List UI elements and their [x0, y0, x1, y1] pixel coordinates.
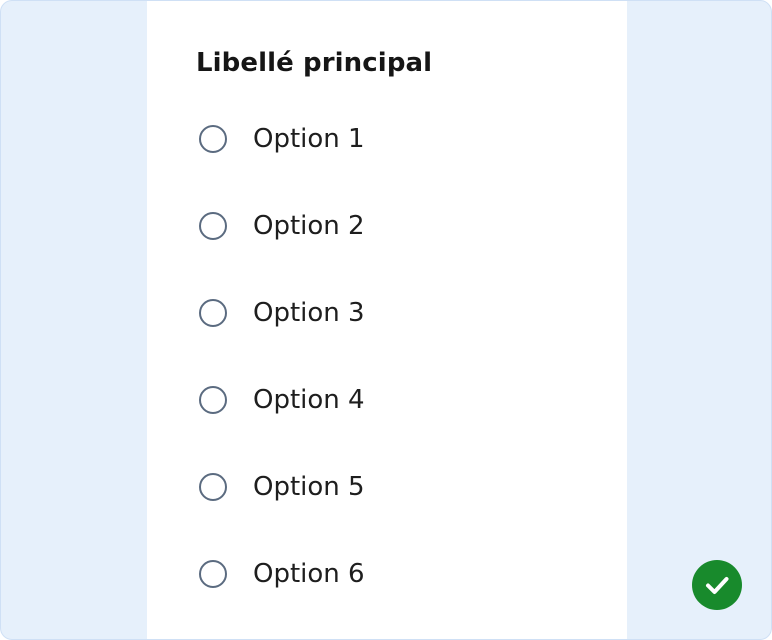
radio-group-legend: Libellé principal — [196, 48, 433, 78]
radio-button-4[interactable] — [199, 386, 227, 414]
radio-button-5[interactable] — [199, 473, 227, 501]
radio-option-5[interactable]: Option 5 — [199, 467, 365, 507]
radio-option-label: Option 6 — [253, 559, 365, 589]
radio-button-2[interactable] — [199, 212, 227, 240]
radio-option-label: Option 5 — [253, 472, 365, 502]
radio-option-3[interactable]: Option 3 — [199, 293, 365, 333]
radio-option-label: Option 1 — [253, 124, 365, 154]
radio-option-1[interactable]: Option 1 — [199, 119, 365, 159]
radio-option-2[interactable]: Option 2 — [199, 206, 365, 246]
radio-button-1[interactable] — [199, 125, 227, 153]
radio-option-label: Option 3 — [253, 298, 365, 328]
radio-option-4[interactable]: Option 4 — [199, 380, 365, 420]
check-circle-icon — [692, 560, 742, 610]
radio-option-6[interactable]: Option 6 — [199, 554, 365, 594]
radio-option-label: Option 2 — [253, 211, 365, 241]
radio-button-3[interactable] — [199, 299, 227, 327]
radio-group-panel: Libellé principal Option 1 Option 2 Opti… — [147, 1, 627, 639]
checkmark-icon — [706, 577, 729, 594]
preview-frame: Libellé principal Option 1 Option 2 Opti… — [0, 0, 772, 640]
radio-option-label: Option 4 — [253, 385, 365, 415]
radio-button-6[interactable] — [199, 560, 227, 588]
